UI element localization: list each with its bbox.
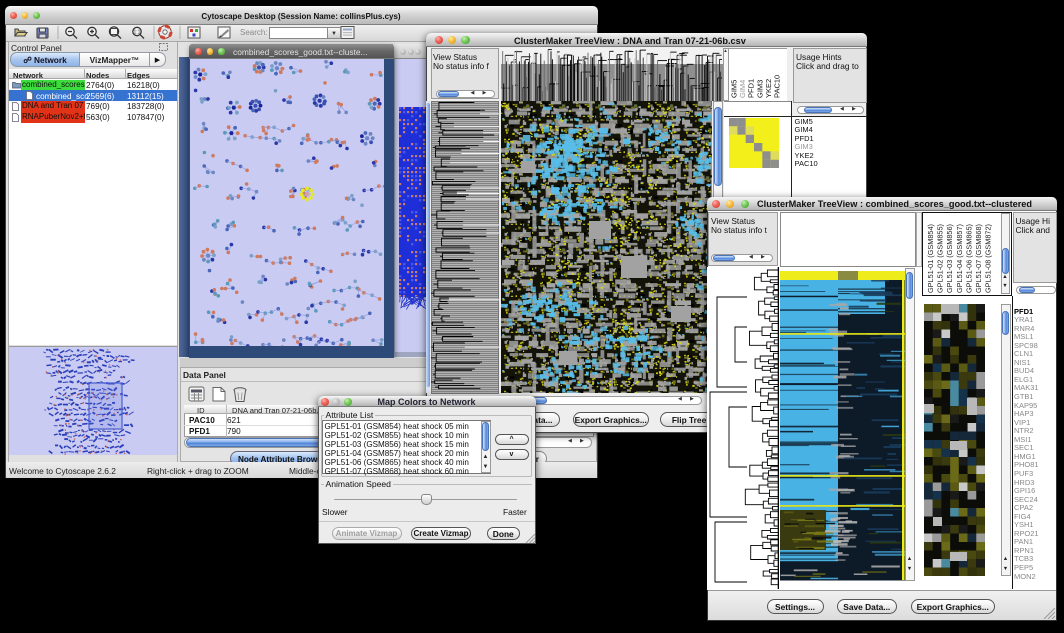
svg-text:GPL51-08 (GSM872): GPL51-08 (GSM872) <box>983 224 992 293</box>
svg-text:GPL51-02 (GSM855): GPL51-02 (GSM855) <box>935 224 944 293</box>
svg-text:1:1: 1:1 <box>134 29 141 35</box>
svg-text:PAC10: PAC10 <box>772 75 781 98</box>
svg-text:GPL51-06 (GSM865): GPL51-06 (GSM865) <box>964 224 973 293</box>
svg-text:GPL51-04 (GSM857): GPL51-04 (GSM857) <box>954 224 963 293</box>
svg-text:GPL51-07 (GSM868): GPL51-07 (GSM868) <box>974 224 983 293</box>
svg-text:GPL51-01 (GSM854): GPL51-01 (GSM854) <box>926 224 935 293</box>
svg-text:GPL51-03 (GSM856): GPL51-03 (GSM856) <box>945 224 954 293</box>
